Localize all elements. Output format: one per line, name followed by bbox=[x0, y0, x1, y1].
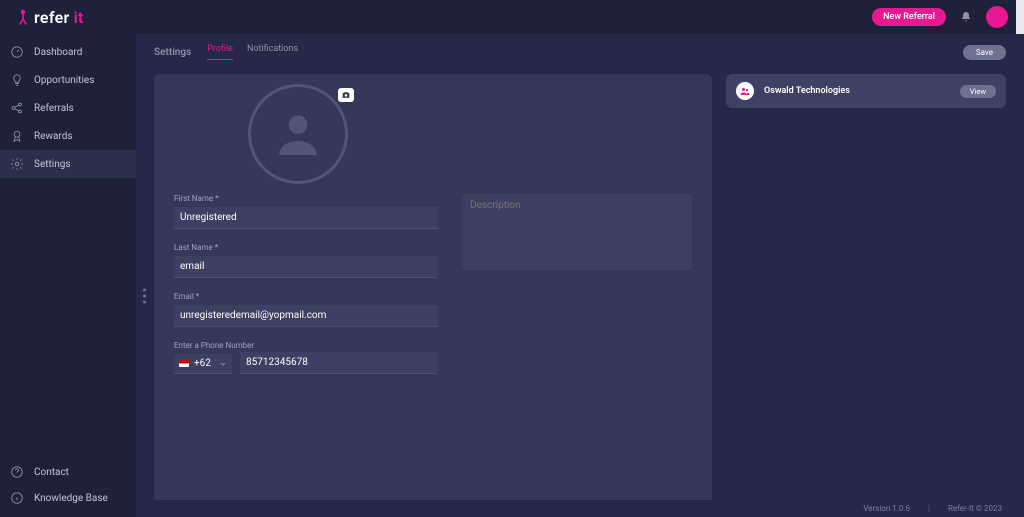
camera-icon bbox=[341, 90, 351, 100]
last-name-label: Last Name * bbox=[174, 243, 438, 252]
logo-icon bbox=[16, 8, 30, 26]
first-name-input[interactable] bbox=[174, 207, 438, 229]
description-textarea[interactable] bbox=[462, 194, 692, 270]
sidebar-item-opportunities[interactable]: Opportunities bbox=[0, 66, 136, 94]
email-input[interactable] bbox=[174, 305, 438, 327]
organizations-panel: Oswald Technologies View bbox=[726, 74, 1006, 517]
share-icon bbox=[10, 101, 24, 115]
gauge-icon bbox=[10, 45, 24, 59]
sidebar-item-label: Contact bbox=[34, 467, 69, 478]
award-icon bbox=[10, 129, 24, 143]
gear-icon bbox=[10, 157, 24, 171]
view-org-button[interactable]: View bbox=[960, 85, 996, 98]
tab-notifications[interactable]: Notifications bbox=[247, 44, 298, 60]
help-icon bbox=[10, 465, 24, 479]
footer-separator: | bbox=[928, 504, 930, 513]
sidebar-item-label: Settings bbox=[34, 159, 71, 170]
phone-group: Enter a Phone Number +62 bbox=[174, 341, 438, 374]
brand-logo[interactable]: referit bbox=[16, 8, 84, 27]
lightbulb-icon bbox=[10, 73, 24, 87]
brand-text-2: it bbox=[74, 8, 84, 27]
sidebar-item-contact[interactable]: Contact bbox=[0, 459, 136, 485]
footer-version: Version 1.0.6 bbox=[863, 504, 910, 513]
phone-code-text: +62 bbox=[194, 358, 211, 369]
last-name-input[interactable] bbox=[174, 256, 438, 278]
settings-tabs: Profile Notifications bbox=[207, 44, 298, 60]
org-icon bbox=[739, 85, 751, 97]
info-icon bbox=[10, 491, 24, 505]
profile-panel: First Name * Last Name * Email * En bbox=[154, 74, 712, 517]
sidebar-item-label: Referrals bbox=[34, 103, 74, 114]
chevron-down-icon bbox=[219, 360, 227, 368]
footer-copyright: Refer-It © 2023 bbox=[948, 504, 1002, 513]
brand-text-1: refer bbox=[34, 8, 70, 27]
sidebar: Dashboard Opportunities Referrals Reward… bbox=[0, 34, 136, 517]
first-name-label: First Name * bbox=[174, 194, 438, 203]
page-title: Settings bbox=[154, 47, 191, 58]
topbar: referit New Referral bbox=[0, 0, 1024, 34]
sidebar-item-label: Knowledge Base bbox=[34, 493, 108, 504]
sidebar-item-referrals[interactable]: Referrals bbox=[0, 94, 136, 122]
user-avatar[interactable] bbox=[986, 6, 1008, 28]
new-referral-button[interactable]: New Referral bbox=[872, 8, 946, 26]
phone-label: Enter a Phone Number bbox=[174, 341, 438, 350]
sidebar-item-label: Dashboard bbox=[34, 47, 82, 58]
settings-header: Settings Profile Notifications Save bbox=[136, 34, 1024, 60]
sidebar-item-label: Rewards bbox=[34, 131, 73, 142]
flag-icon bbox=[179, 360, 189, 367]
footer: Version 1.0.6 | Refer-It © 2023 bbox=[136, 500, 1024, 517]
profile-avatar-wrap bbox=[248, 84, 348, 184]
notifications-icon[interactable] bbox=[960, 11, 972, 23]
sidebar-item-dashboard[interactable]: Dashboard bbox=[0, 38, 136, 66]
email-label: Email * bbox=[174, 292, 438, 301]
phone-country-select[interactable]: +62 bbox=[174, 354, 232, 374]
profile-avatar-placeholder bbox=[248, 84, 348, 184]
email-group: Email * bbox=[174, 292, 438, 327]
phone-input[interactable] bbox=[240, 352, 438, 374]
sidebar-item-settings[interactable]: Settings bbox=[0, 150, 136, 178]
tab-profile[interactable]: Profile bbox=[207, 44, 233, 60]
upload-photo-button[interactable] bbox=[338, 88, 354, 102]
sidebar-item-label: Opportunities bbox=[34, 75, 94, 86]
sidebar-item-knowledge-base[interactable]: Knowledge Base bbox=[0, 485, 136, 511]
content-area: Settings Profile Notifications Save bbox=[136, 34, 1024, 517]
sidebar-item-rewards[interactable]: Rewards bbox=[0, 122, 136, 150]
org-name: Oswald Technologies bbox=[764, 86, 950, 96]
first-name-group: First Name * bbox=[174, 194, 438, 229]
person-icon bbox=[270, 106, 326, 162]
drag-handle-icon[interactable] bbox=[143, 288, 146, 303]
org-card: Oswald Technologies View bbox=[726, 74, 1006, 108]
save-button[interactable]: Save bbox=[963, 45, 1006, 60]
last-name-group: Last Name * bbox=[174, 243, 438, 278]
org-avatar bbox=[736, 82, 754, 100]
